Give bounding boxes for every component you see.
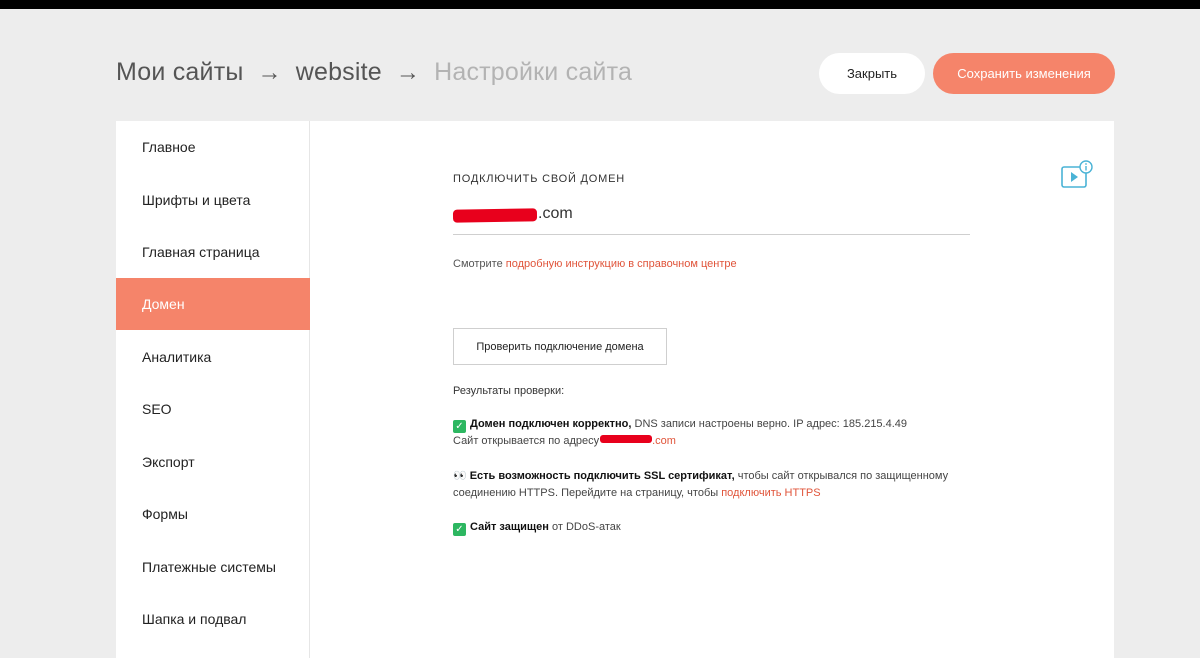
checkmark-icon: ✓ [453, 523, 466, 536]
sidebar-item-domain[interactable]: Домен [116, 278, 310, 330]
result-ddos-protected: ✓ Сайт защищен от DDoS-атак [453, 519, 973, 536]
sidebar-item-main[interactable]: Главное [116, 121, 310, 173]
sidebar-item-analytics[interactable]: Аналитика [116, 331, 310, 383]
domain-settings: ПОДКЛЮЧИТЬ СВОЙ ДОМЕН .com Смотрите подр… [311, 121, 1114, 658]
breadcrumb: Мои сайты → website → Настройки сайта [116, 58, 632, 87]
sidebar-item-export[interactable]: Экспорт [116, 436, 310, 488]
result-domain-connected: ✓ Домен подключен корректно, DNS записи н… [453, 416, 973, 450]
site-address-link[interactable]: .com [652, 435, 676, 447]
result-text: DNS записи настроены верно. IP адрес: 18… [634, 418, 908, 430]
breadcrumb-website[interactable]: website [296, 58, 382, 87]
results-title: Результаты проверки: [453, 385, 565, 397]
sidebar-item-fonts-colors[interactable]: Шрифты и цвета [116, 174, 310, 226]
result-line2-prefix: Сайт открывается по адресу [453, 435, 600, 447]
result-bold: Есть возможность подключить SSL сертифик… [469, 470, 735, 482]
eyes-icon: 👀 [453, 470, 467, 482]
result-ssl-available: 👀 Есть возможность подключить SSL сертифи… [453, 468, 973, 502]
settings-sidebar: Главное Шрифты и цвета Главная страница … [116, 121, 310, 658]
breadcrumb-current: Настройки сайта [434, 58, 633, 86]
result-text: от DDoS-атак [552, 521, 621, 533]
sidebar-item-seo[interactable]: SEO [116, 383, 310, 435]
domain-field[interactable]: .com [452, 200, 970, 235]
settings-panel: Главное Шрифты и цвета Главная страница … [116, 121, 1114, 658]
breadcrumb-separator: → [395, 58, 421, 86]
save-changes-button[interactable]: Сохранить изменения [933, 53, 1115, 94]
redaction-mark [600, 435, 653, 443]
top-bar [0, 0, 1200, 9]
help-hint: Смотрите подробную инструкцию в справочн… [453, 258, 737, 270]
video-help-icon[interactable] [1060, 160, 1094, 190]
result-bold: Сайт защищен [470, 521, 549, 533]
sidebar-item-payment-systems[interactable]: Платежные системы [116, 541, 310, 593]
domain-value-suffix: .com [538, 205, 573, 222]
hint-text: Смотрите [453, 258, 503, 270]
help-center-link[interactable]: подробную инструкцию в справочном центре [506, 258, 737, 270]
close-button[interactable]: Закрыть [819, 53, 925, 94]
breadcrumb-my-sites[interactable]: Мои сайты [116, 58, 244, 87]
result-bold: Домен подключен корректно, [470, 418, 632, 430]
redaction-mark [452, 208, 538, 223]
breadcrumb-separator: → [257, 58, 282, 86]
check-domain-button[interactable]: Проверить подключение домена [453, 328, 667, 365]
checkmark-icon: ✓ [453, 420, 466, 433]
section-title: ПОДКЛЮЧИТЬ СВОЙ ДОМЕН [453, 173, 625, 185]
connect-https-link[interactable]: подключить HTTPS [721, 487, 820, 499]
sidebar-item-header-footer[interactable]: Шапка и подвал [116, 593, 310, 645]
sidebar-item-home-page[interactable]: Главная страница [116, 226, 310, 278]
sidebar-item-forms[interactable]: Формы [116, 488, 310, 540]
